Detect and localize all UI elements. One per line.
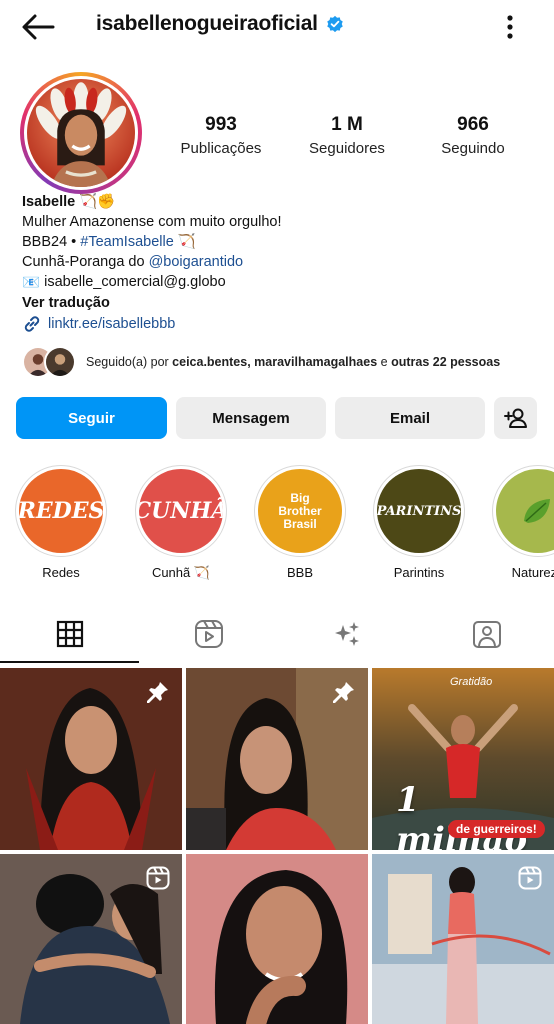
bio-line-4: 📧 isabelle_comercial@g.globo [22, 274, 226, 291]
external-link[interactable]: linktr.ee/isabellebbb [22, 314, 542, 334]
followed-by-text: Seguido(a) por ceica.bentes, maravilhama… [86, 355, 501, 369]
following-stat[interactable]: 966 Seguindo [418, 114, 528, 157]
mention-link[interactable]: @boigarantido [149, 254, 244, 270]
highlight-cover [496, 469, 554, 553]
username-text: isabellenogueiraoficial [96, 12, 318, 35]
reel-icon [518, 866, 542, 890]
grid-post[interactable]: Gratidão 1 milhão de guerreiros! [372, 668, 554, 850]
top-bar: isabellenogueiraoficial [0, 0, 554, 56]
external-link-text: linktr.ee/isabellebbb [48, 315, 176, 332]
bow-arrow-icon: 🏹 [177, 234, 196, 251]
tab-tagged[interactable] [417, 604, 554, 664]
grid-post[interactable] [372, 854, 554, 1024]
followers-stat[interactable]: 1 M Seguidores [292, 114, 402, 157]
link-chain-icon [24, 315, 40, 332]
suggest-users-button[interactable] [494, 397, 537, 439]
profile-bio: Isabelle 🏹✊ Mulher Amazonense com muito … [22, 192, 542, 334]
highlight-cover: CUNHÃ [139, 469, 223, 553]
bio-line-2: BBB24 • #TeamIsabelle 🏹 [22, 234, 196, 251]
post-thumbnail [186, 854, 368, 1024]
follow-button[interactable]: Seguir [16, 397, 167, 439]
tab-ai-sparkles[interactable] [278, 604, 417, 664]
profile-avatar [27, 79, 135, 187]
posts-count: 993 [205, 114, 237, 135]
bio-line-1: Mulher Amazonense com muito orgulho! [22, 214, 282, 231]
reels-icon [194, 620, 223, 648]
email-envelope-icon: 📧 [22, 274, 41, 291]
grid-post[interactable] [0, 668, 182, 850]
followed-by[interactable]: Seguido(a) por ceica.bentes, maravilhama… [22, 344, 500, 380]
profile-username: isabellenogueiraoficial [96, 12, 344, 36]
verified-badge-icon [327, 15, 343, 33]
highlight-bbb[interactable]: Big Brother Brasil BBB [254, 465, 346, 580]
post-caption-sub: de guerreiros! [448, 820, 545, 838]
leaf-icon [524, 499, 550, 523]
display-name: Isabelle [22, 194, 76, 210]
highlight-label: BBB [286, 565, 313, 580]
grid-post[interactable] [186, 854, 368, 1024]
highlight-parintins[interactable]: PARINTINS Parintins [373, 465, 465, 580]
email-button[interactable]: Email [335, 397, 485, 439]
highlight-label: Redes [42, 565, 80, 580]
highlight-redes[interactable]: REDES Redes [15, 465, 107, 580]
bio-line-3: Cunhã-Poranga do @boigarantido [22, 254, 244, 271]
highlight-cunha[interactable]: CUNHÃ Cunhã 🏹 [135, 465, 227, 581]
grid-post[interactable] [186, 668, 368, 850]
following-label: Seguindo [441, 140, 505, 157]
tab-reels[interactable] [139, 604, 278, 664]
pinned-post-icon [333, 682, 354, 703]
grid-icon [56, 620, 83, 648]
highlight-cover: Big Brother Brasil [258, 469, 342, 553]
highlight-cover: PARINTINS [377, 469, 461, 553]
highlight-label: Natureza [511, 565, 554, 580]
story-ring[interactable] [20, 72, 142, 194]
follower-avatar [44, 346, 76, 378]
highlight-natureza[interactable]: Natureza [492, 465, 554, 580]
add-person-icon [503, 408, 527, 428]
back-arrow-icon[interactable] [20, 12, 56, 42]
bow-arrow-icon: 🏹 [79, 194, 98, 211]
more-options-icon[interactable] [500, 12, 520, 42]
followers-count: 1 M [331, 114, 363, 135]
active-tab-indicator [0, 661, 139, 663]
posts-stat[interactable]: 993 Publicações [166, 114, 276, 157]
fist-icon: ✊ [97, 194, 116, 211]
highlight-label: Parintins [393, 565, 445, 580]
tagged-person-icon [472, 621, 501, 648]
see-translation-link[interactable]: Ver tradução [22, 293, 542, 313]
profile-tabs [0, 604, 554, 664]
sparkles-icon [334, 622, 359, 646]
followers-label: Seguidores [309, 140, 385, 157]
grid-post[interactable] [0, 854, 182, 1024]
pinned-post-icon [147, 682, 168, 703]
highlight-cover: REDES [19, 469, 103, 553]
post-caption-title: 1 milhão [396, 780, 527, 850]
message-button[interactable]: Mensagem [176, 397, 326, 439]
hashtag-link[interactable]: #TeamIsabelle [80, 234, 174, 250]
following-count: 966 [457, 114, 489, 135]
tab-posts-grid[interactable] [0, 604, 139, 664]
post-caption-top: Gratidão [450, 676, 493, 688]
posts-label: Publicações [180, 140, 262, 157]
highlight-label: Cunhã 🏹 [151, 565, 211, 580]
reel-icon [146, 866, 170, 890]
